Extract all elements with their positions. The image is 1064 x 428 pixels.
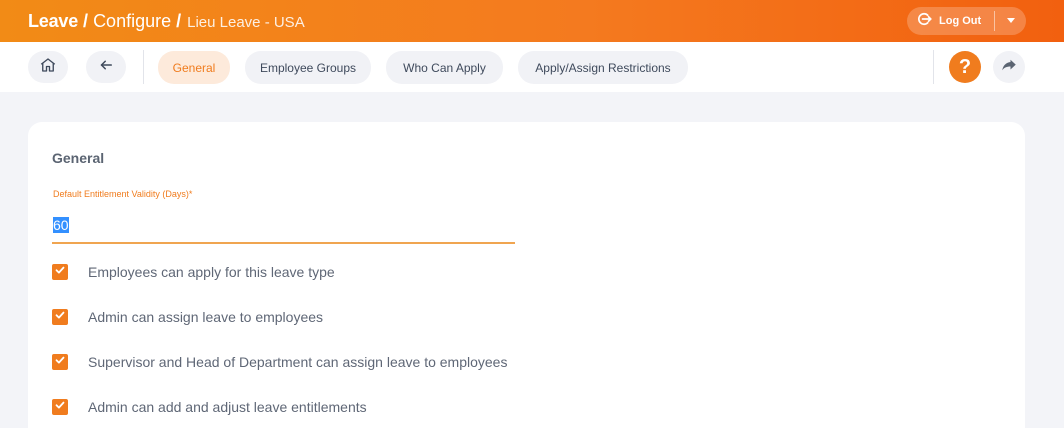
breadcrumb-separator: / [83,10,89,31]
top-header: Leave / Configure / Lieu Leave - USA Log… [0,0,1064,42]
checkbox-supervisor-can-assign[interactable] [52,354,68,370]
toolbar-divider [933,50,934,84]
breadcrumb-page: Lieu Leave - USA [187,13,305,31]
back-button[interactable] [86,51,126,83]
checkbox-admin-can-assign[interactable] [52,309,68,325]
checkmark-icon [54,308,66,326]
tab-general[interactable]: General [158,51,230,84]
checkmark-icon [54,353,66,371]
toolbar-divider [143,50,144,84]
share-button[interactable] [993,51,1025,83]
logout-dropdown-toggle[interactable] [995,7,1026,35]
breadcrumb-module[interactable]: Leave [28,11,78,32]
caret-down-icon [1006,12,1016,30]
entitlement-validity-label: Default Entitlement Validity (Days)* [53,189,193,199]
toolbar: General Employee Groups Who Can Apply Ap… [0,42,1064,92]
tab-apply-assign-restrictions[interactable]: Apply/Assign Restrictions [518,51,688,84]
breadcrumb-separator: / [176,10,182,31]
home-icon [39,56,57,79]
checkbox-row-admin-can-adjust: Admin can add and adjust leave entitleme… [52,397,367,417]
checkbox-label: Admin can add and adjust leave entitleme… [88,399,367,415]
logout-button[interactable]: Log Out [907,7,994,35]
tab-employee-groups[interactable]: Employee Groups [245,51,371,84]
checkmark-icon [54,398,66,416]
logout-button-group: Log Out [907,7,1026,35]
arrow-left-icon [97,56,115,79]
checkbox-employees-can-apply[interactable] [52,264,68,280]
question-icon: ? [958,55,972,78]
checkbox-row-supervisor-can-assign: Supervisor and Head of Department can as… [52,352,507,372]
checkbox-row-admin-can-assign: Admin can assign leave to employees [52,307,323,327]
checkbox-admin-can-adjust[interactable] [52,399,68,415]
checkbox-label: Admin can assign leave to employees [88,309,324,325]
checkmark-icon [54,263,66,281]
logout-label: Log Out [939,15,982,27]
checkbox-label: Employees can apply for this leave type [88,264,335,280]
checkbox-label: Supervisor and Head of Department can as… [88,354,508,370]
breadcrumb-section[interactable]: Configure [93,11,171,32]
general-settings-card: General Default Entitlement Validity (Da… [28,122,1025,428]
entitlement-validity-input[interactable] [52,207,515,244]
section-title: General [52,150,105,166]
logout-icon [915,10,933,33]
tab-who-can-apply[interactable]: Who Can Apply [386,51,503,84]
checkbox-row-employees-can-apply: Employees can apply for this leave type [52,262,335,282]
share-icon [1000,56,1018,79]
home-button[interactable] [28,51,68,83]
breadcrumb: Leave / Configure / Lieu Leave - USA [28,11,305,32]
help-button[interactable]: ? [949,51,981,83]
